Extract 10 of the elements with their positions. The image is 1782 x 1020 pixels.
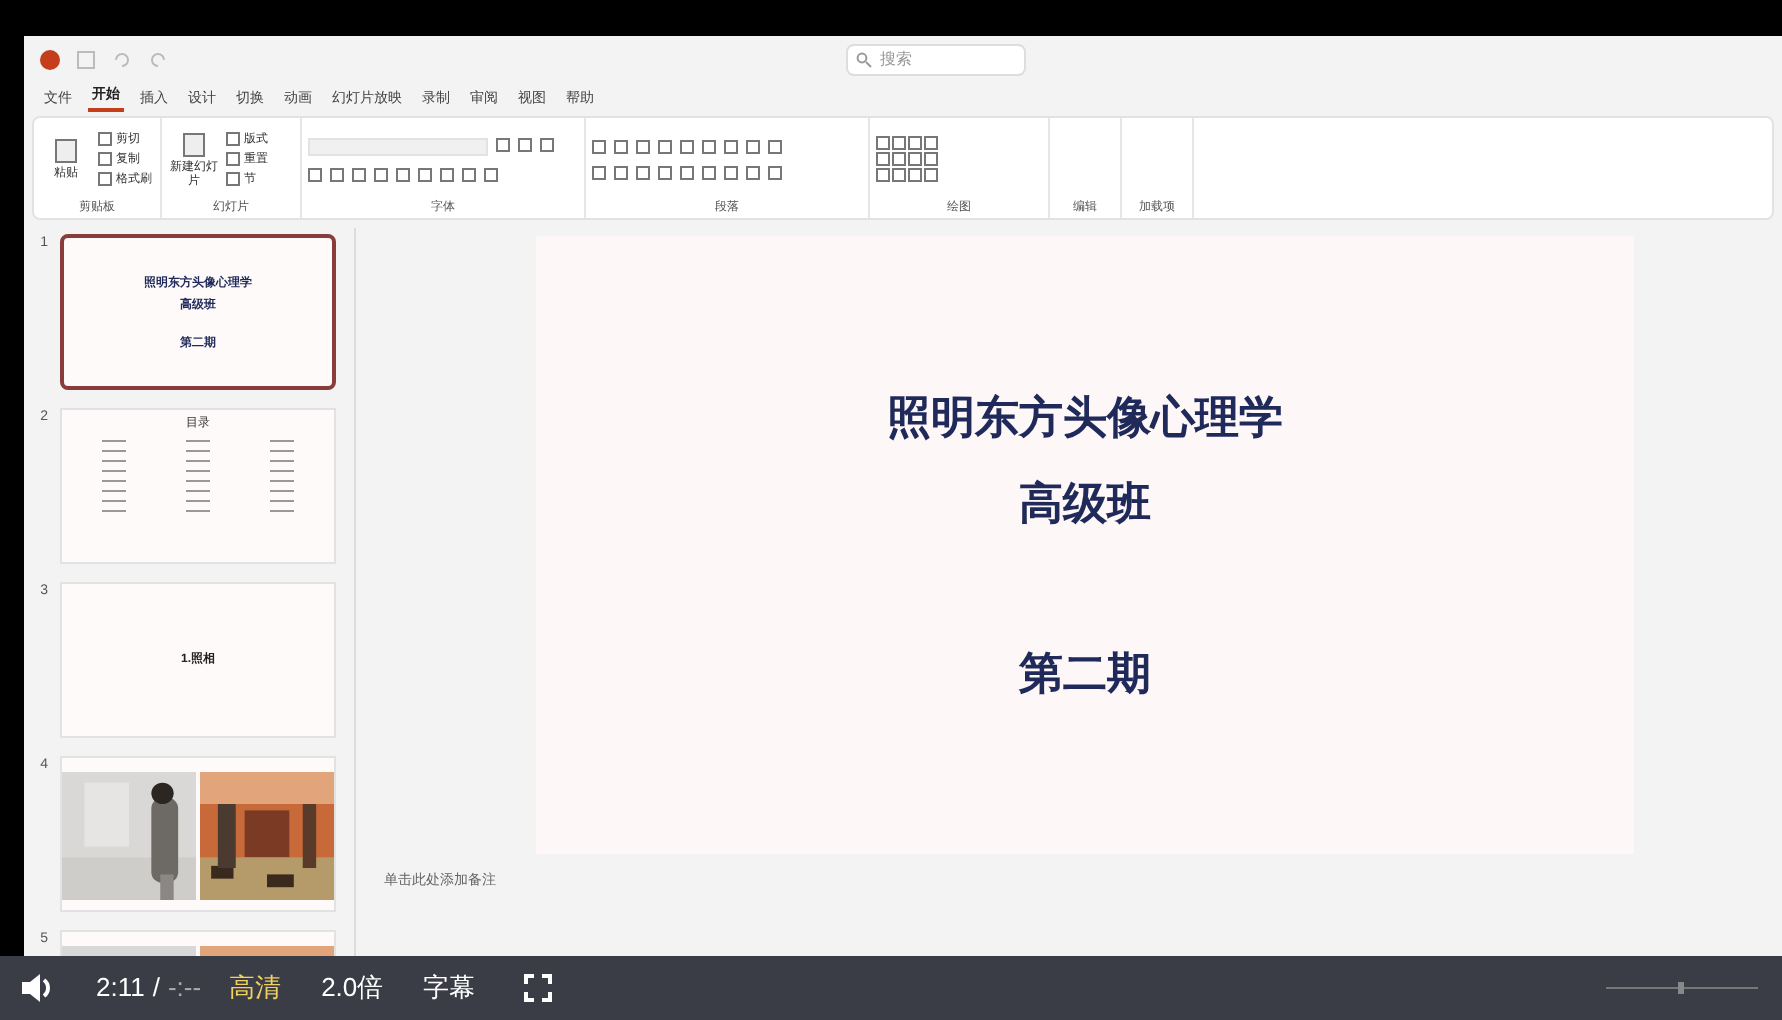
time-separator: / — [152, 970, 160, 1007]
duration: -:-- — [167, 970, 202, 1007]
current-time: 2:11 — [96, 970, 145, 1007]
speed-button[interactable]: 2.0倍 — [321, 968, 384, 1008]
slide-text: 高级班 — [1019, 476, 1151, 532]
quality-button[interactable]: 高清 — [229, 968, 282, 1008]
slide-text: 第二期 — [1019, 646, 1151, 702]
subtitles-button[interactable]: 字幕 — [423, 968, 476, 1008]
slide-text: 照明东方头像心理学 — [887, 390, 1283, 446]
slide-canvas[interactable]: 照明东方头像心理学 高级班 第二期 — [536, 236, 1634, 854]
